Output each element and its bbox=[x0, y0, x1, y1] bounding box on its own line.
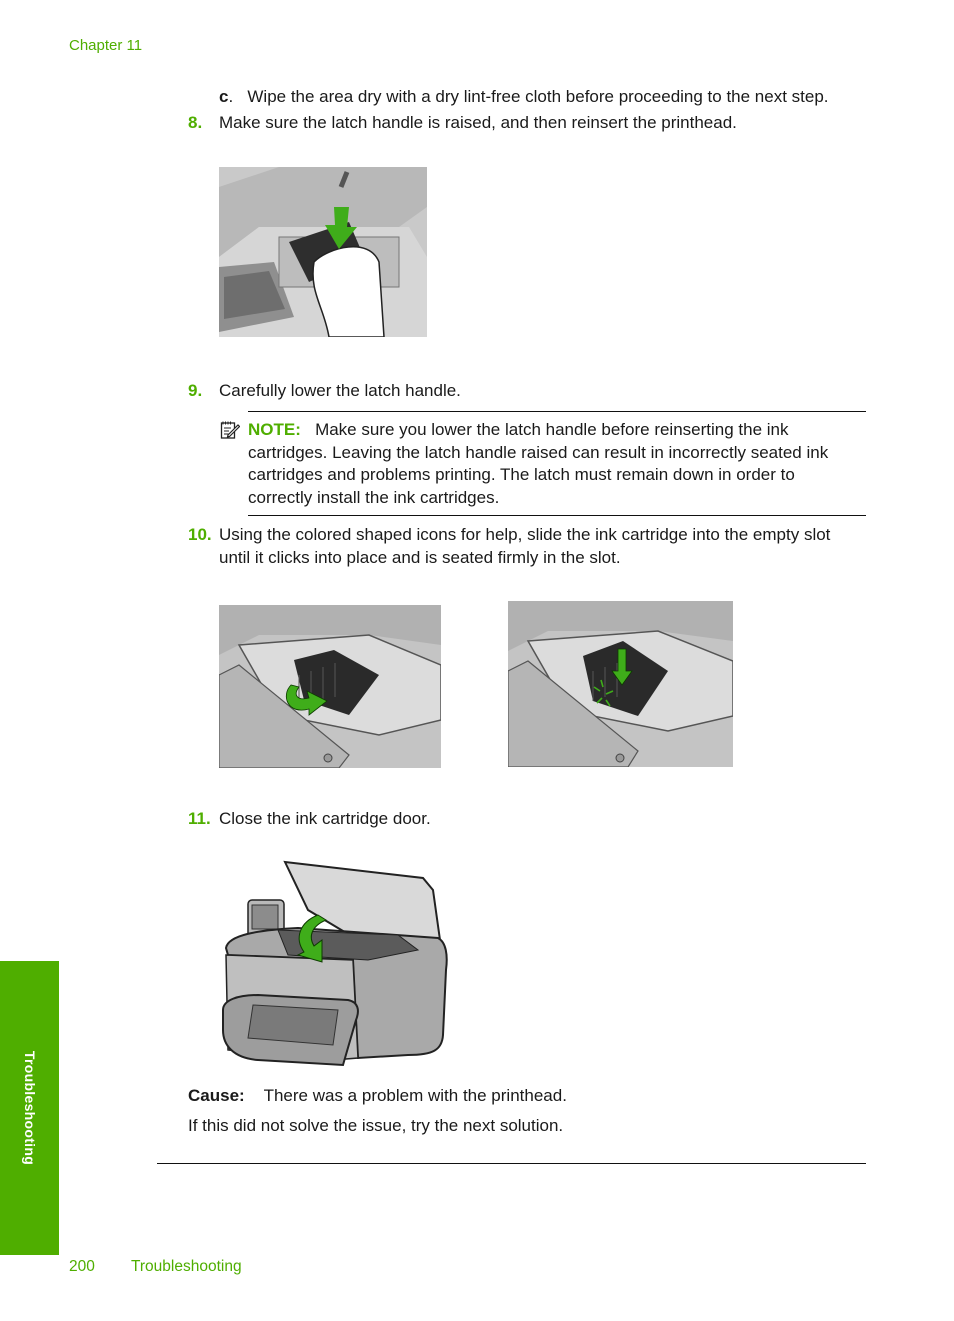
step-number: 9. bbox=[188, 381, 203, 400]
step-text-line: until it clicks into place and is seated… bbox=[219, 547, 621, 567]
printhead-illustration bbox=[219, 167, 427, 337]
step-text-line: Using the colored shaped icons for help,… bbox=[219, 525, 831, 544]
section-tab-label: Troubleshooting bbox=[21, 1050, 38, 1166]
cause-text: There was a problem with the printhead. bbox=[263, 1086, 567, 1105]
printer-illustration bbox=[222, 860, 448, 1067]
note-pad-pencil-icon bbox=[220, 420, 241, 440]
chapter-header: Chapter 11 bbox=[69, 37, 143, 54]
figure-printhead-insert bbox=[219, 167, 427, 337]
step-number: 11. bbox=[188, 809, 211, 828]
footer-section: Troubleshooting bbox=[131, 1258, 242, 1275]
page-number: 200 bbox=[69, 1258, 95, 1275]
substep-c: c. Wipe the area dry with a dry lint-fre… bbox=[219, 87, 829, 106]
step-text: Close the ink cartridge door. bbox=[219, 809, 431, 828]
step-text: Carefully lower the latch handle. bbox=[219, 381, 461, 400]
note-label: NOTE: bbox=[248, 420, 301, 439]
note-line: cartridges. Leaving the latch handle rai… bbox=[248, 442, 829, 462]
note-line: correctly install the ink cartridges. bbox=[248, 487, 500, 507]
cartridge-click-illustration bbox=[508, 601, 733, 767]
step-number: 8. bbox=[188, 113, 203, 132]
figure-cartridge-slide bbox=[219, 605, 441, 768]
note-bottom-rule bbox=[248, 515, 866, 516]
step-number: 10. bbox=[188, 525, 212, 544]
note-top-rule bbox=[248, 411, 866, 412]
next-solution-text: If this did not solve the issue, try the… bbox=[188, 1116, 564, 1135]
note-line: Make sure you lower the latch handle bef… bbox=[315, 420, 789, 439]
figure-close-door bbox=[218, 860, 450, 1072]
figure-cartridge-click bbox=[508, 601, 733, 767]
cause-line: Cause: There was a problem with the prin… bbox=[188, 1085, 567, 1108]
cause-label: Cause: bbox=[188, 1086, 245, 1105]
note-body: NOTE: Make sure you lower the latch hand… bbox=[248, 419, 878, 509]
step-text: Make sure the latch handle is raised, an… bbox=[219, 113, 737, 132]
section-end-rule bbox=[157, 1163, 866, 1164]
note-line: cartridges and problems printing. The la… bbox=[248, 465, 795, 484]
substep-text: Wipe the area dry with a dry lint-free c… bbox=[247, 87, 829, 106]
section-tab: Troubleshooting bbox=[0, 961, 59, 1255]
cartridge-slide-illustration bbox=[219, 605, 441, 768]
